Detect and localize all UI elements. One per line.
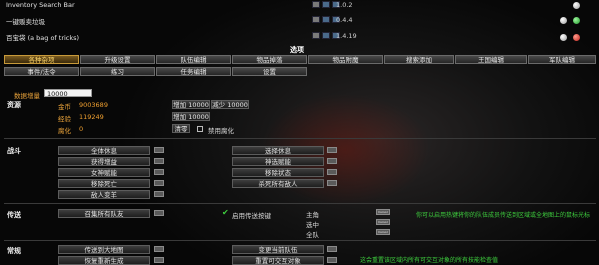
change-party-hotkey[interactable]	[327, 246, 337, 252]
polymorph-enemies-hotkey[interactable]	[154, 191, 164, 197]
mod-version: 1.0.2	[336, 1, 353, 9]
mod-version: 0.4.4	[336, 16, 353, 24]
remove-death-button[interactable]: 移除死亡	[58, 179, 150, 188]
hotkey-label-selected: 选中	[306, 221, 319, 229]
disable-corruption-checkbox[interactable]	[197, 126, 203, 132]
mod-name: Inventory Search Bar	[6, 1, 75, 9]
tab-misc[interactable]: 各种杂项	[4, 55, 79, 64]
tab-practice[interactable]: 练习	[80, 67, 155, 76]
increase-gold-button[interactable]: 增加 10000	[172, 100, 210, 109]
xp-value: 119249	[79, 113, 104, 121]
general-hint: 这会重置该区域内所有可交互对象的所有技能检查值	[360, 257, 499, 264]
mod-row[interactable]: Inventory Search Bar 1.0.2	[0, 0, 599, 12]
select-rest-hotkey[interactable]	[327, 147, 337, 153]
tab-level-settings[interactable]: 升级设置	[80, 55, 155, 64]
tab-army[interactable]: 军队编辑	[528, 55, 596, 64]
mod-version: 1.4.19	[336, 32, 357, 40]
teleport-world-map-button[interactable]: 传送到大地图	[58, 245, 150, 254]
clear-corruption-button[interactable]: 清零	[172, 124, 190, 133]
restore-respawn-hotkey[interactable]	[154, 257, 164, 263]
tab-quests[interactable]: 任务编辑	[156, 67, 231, 76]
xp-label: 经验	[58, 115, 71, 123]
enable-teleport-label: 启用传送按键	[232, 212, 271, 220]
teleport-section-title: 传送	[7, 211, 21, 219]
flag-icon	[322, 32, 330, 39]
select-rest-button[interactable]: 选择休息	[232, 146, 324, 155]
mod-name: 一键贩卖垃圾	[6, 18, 45, 26]
gold-value: 9003689	[79, 101, 108, 109]
chosen-empower-button[interactable]: 神选赋能	[232, 157, 324, 166]
status-dot-icon[interactable]	[573, 17, 580, 24]
checkmark-icon[interactable]: ✔	[222, 208, 229, 217]
gather-party-button[interactable]: 召集所有队友	[58, 209, 150, 218]
tab-kingdom[interactable]: 王国编辑	[455, 55, 527, 64]
tab-enchant[interactable]: 物品附魔	[308, 55, 383, 64]
polymorph-enemies-button[interactable]: 敌人变羊	[58, 190, 150, 199]
status-dot-icon[interactable]	[573, 34, 580, 41]
increase-xp-button[interactable]: 增加 10000	[172, 112, 210, 121]
rest-all-hotkey[interactable]	[154, 147, 164, 153]
flag-icon	[312, 32, 320, 39]
disable-corruption-label: 禁用腐化	[208, 127, 234, 135]
tab-loot[interactable]: 物品掉落	[232, 55, 307, 64]
settings-dot-icon[interactable]	[560, 17, 567, 24]
tab-settings[interactable]: 设置	[232, 67, 307, 76]
mod-name: 百宝袋 (a bag of tricks)	[6, 34, 80, 42]
change-party-button[interactable]: 变更当前队伍	[232, 245, 324, 254]
divider	[4, 203, 596, 204]
gain-buffs-hotkey[interactable]	[154, 158, 164, 164]
goddess-empower-button[interactable]: 女神赋能	[58, 168, 150, 177]
increment-input[interactable]: 10000	[44, 89, 92, 98]
resources-section-title: 资源	[7, 101, 21, 109]
rest-all-button[interactable]: 全体休息	[58, 146, 150, 155]
corruption-label: 腐化	[58, 127, 71, 135]
flag-icon	[312, 1, 320, 8]
gather-party-hotkey[interactable]	[154, 210, 164, 216]
mod-row[interactable]: 百宝袋 (a bag of tricks) 1.4.19	[0, 31, 599, 43]
divider	[4, 138, 596, 139]
teleport-hint: 你可以启用热键将你的队伍成员传送到区域或全地图上的鼠标光标	[416, 212, 591, 219]
remove-status-button[interactable]: 移除状态	[232, 168, 324, 177]
decrease-gold-button[interactable]: 减少 10000	[211, 100, 249, 109]
general-section-title: 常规	[7, 247, 21, 255]
tab-party-edit[interactable]: 队伍编辑	[156, 55, 231, 64]
tab-search-add[interactable]: 搜索添加	[384, 55, 454, 64]
remove-death-hotkey[interactable]	[154, 180, 164, 186]
combat-section-title: 战斗	[7, 147, 21, 155]
kill-all-enemies-hotkey[interactable]	[327, 180, 337, 186]
divider	[4, 240, 596, 241]
increment-label: 数据增量	[14, 92, 40, 100]
mod-row[interactable]: 一键贩卖垃圾 0.4.4	[0, 15, 599, 27]
cursor-main-hotkey[interactable]: Cursor	[376, 209, 390, 215]
flag-icon	[322, 16, 330, 23]
cursor-all-hotkey[interactable]: Cursor	[376, 229, 390, 235]
gain-buffs-button[interactable]: 获得增益	[58, 157, 150, 166]
status-dot-icon[interactable]	[573, 2, 580, 9]
kill-all-enemies-button[interactable]: 杀死所有敌人	[232, 179, 324, 188]
settings-dot-icon[interactable]	[560, 34, 567, 41]
hotkey-label-main: 主角	[306, 211, 319, 219]
tab-events[interactable]: 事件/法令	[4, 67, 79, 76]
chosen-empower-hotkey[interactable]	[327, 158, 337, 164]
flag-icon	[312, 16, 320, 23]
flag-icon	[322, 1, 330, 8]
panel-title: 选项	[290, 46, 304, 54]
goddess-empower-hotkey[interactable]	[154, 169, 164, 175]
remove-status-hotkey[interactable]	[327, 169, 337, 175]
editor-window: { "mods": [ {"name": "Inventory Search B…	[0, 0, 599, 265]
gold-label: 金币	[58, 103, 71, 111]
corruption-value: 0	[79, 125, 84, 133]
cursor-selected-hotkey[interactable]: Cursor	[376, 219, 390, 225]
reset-interactables-hotkey[interactable]	[327, 257, 337, 263]
hotkey-label-all: 全队	[306, 231, 319, 239]
teleport-world-map-hotkey[interactable]	[154, 246, 164, 252]
